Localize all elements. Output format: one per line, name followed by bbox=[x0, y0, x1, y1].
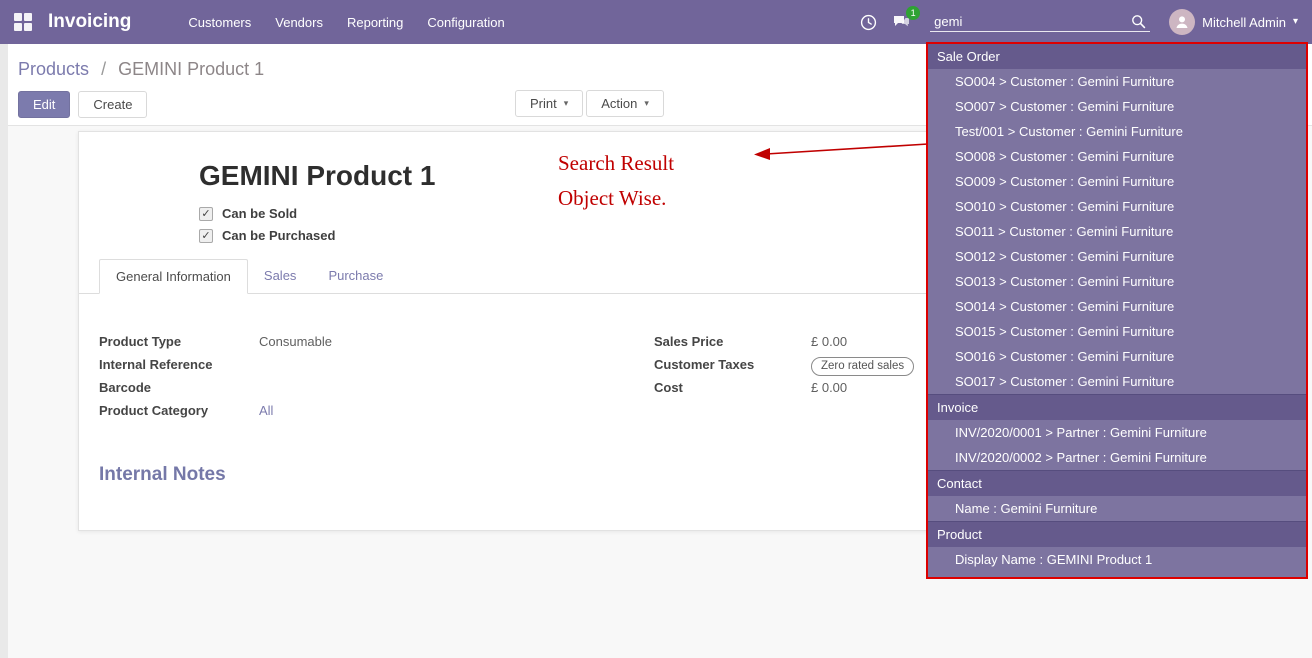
field-row: Barcode bbox=[99, 378, 644, 401]
top-navbar: Invoicing CustomersVendorsReportingConfi… bbox=[0, 0, 1312, 44]
top-menu-item-configuration[interactable]: Configuration bbox=[416, 8, 515, 37]
search-icon[interactable] bbox=[1131, 14, 1146, 29]
tab-purchase[interactable]: Purchase bbox=[312, 259, 399, 294]
field-label: Internal Reference bbox=[99, 355, 259, 372]
chevron-down-icon: ▾ bbox=[564, 98, 569, 109]
action-buttons: Print ▾ Action ▾ bbox=[515, 90, 664, 117]
action-label: Action bbox=[601, 96, 637, 111]
checkbox-label: Can be Purchased bbox=[222, 228, 335, 243]
top-menu: CustomersVendorsReportingConfiguration bbox=[177, 8, 515, 37]
result-item[interactable]: Display Name : GEMINI Product 1 bbox=[928, 547, 1306, 572]
field-value: Consumable bbox=[259, 332, 332, 349]
annotation-line-2: Object Wise. bbox=[558, 181, 674, 216]
breadcrumb-current: GEMINI Product 1 bbox=[118, 59, 264, 79]
result-item[interactable]: SO015 > Customer : Gemini Furniture bbox=[928, 319, 1306, 344]
result-item[interactable]: INV/2020/0001 > Partner : Gemini Furnitu… bbox=[928, 420, 1306, 445]
result-item[interactable]: Test/001 > Customer : Gemini Furniture bbox=[928, 119, 1306, 144]
chevron-down-icon: ▾ bbox=[1293, 17, 1298, 27]
messages-icon[interactable]: 1 bbox=[892, 14, 911, 30]
tab-sales[interactable]: Sales bbox=[248, 259, 313, 294]
field-value: Zero rated sales bbox=[811, 355, 914, 376]
tax-tag: Zero rated sales bbox=[811, 357, 914, 376]
activities-clock-icon[interactable] bbox=[860, 14, 877, 31]
result-item[interactable]: SO007 > Customer : Gemini Furniture bbox=[928, 94, 1306, 119]
search-results-dropdown: Sale OrderSO004 > Customer : Gemini Furn… bbox=[926, 42, 1308, 579]
breadcrumb-products-link[interactable]: Products bbox=[18, 59, 89, 79]
app-name[interactable]: Invoicing bbox=[48, 11, 131, 33]
result-group-header-product: Product bbox=[928, 521, 1306, 547]
result-item[interactable]: SO013 > Customer : Gemini Furniture bbox=[928, 269, 1306, 294]
field-row: Internal Reference bbox=[99, 355, 644, 378]
result-item[interactable]: SO011 > Customer : Gemini Furniture bbox=[928, 219, 1306, 244]
search-input[interactable] bbox=[934, 14, 1131, 29]
top-menu-item-vendors[interactable]: Vendors bbox=[264, 8, 334, 37]
result-item[interactable]: Name : Gemini Furniture bbox=[928, 496, 1306, 521]
result-item[interactable]: INV/2020/0002 > Partner : Gemini Furnitu… bbox=[928, 445, 1306, 470]
top-menu-item-reporting[interactable]: Reporting bbox=[336, 8, 414, 37]
annotation-arrow-icon bbox=[752, 136, 930, 164]
print-label: Print bbox=[530, 96, 557, 111]
result-item[interactable]: SO004 > Customer : Gemini Furniture bbox=[928, 69, 1306, 94]
field-label: Cost bbox=[654, 378, 811, 395]
result-item[interactable]: SO009 > Customer : Gemini Furniture bbox=[928, 169, 1306, 194]
user-name: Mitchell Admin bbox=[1202, 15, 1286, 30]
tab-general-information[interactable]: General Information bbox=[99, 259, 248, 294]
create-button[interactable]: Create bbox=[78, 91, 147, 118]
user-menu[interactable]: Mitchell Admin ▾ bbox=[1169, 9, 1298, 35]
result-item[interactable]: SO008 > Customer : Gemini Furniture bbox=[928, 144, 1306, 169]
breadcrumb-separator: / bbox=[101, 59, 106, 79]
field-row: Product CategoryAll bbox=[99, 401, 644, 424]
apps-menu-icon[interactable] bbox=[14, 13, 32, 31]
result-group-header-contact: Contact bbox=[928, 470, 1306, 496]
edit-button[interactable]: Edit bbox=[18, 91, 70, 118]
result-group-header-invoice: Invoice bbox=[928, 394, 1306, 420]
field-label: Product Category bbox=[99, 401, 259, 418]
annotation-text: Search Result Object Wise. bbox=[558, 146, 674, 215]
navbar-right: 1 Mitchell Admin ▾ bbox=[860, 9, 1298, 35]
field-value[interactable]: All bbox=[259, 401, 273, 418]
result-item[interactable]: SO010 > Customer : Gemini Furniture bbox=[928, 194, 1306, 219]
print-menu-button[interactable]: Print ▾ bbox=[515, 90, 583, 117]
messages-badge: 1 bbox=[906, 6, 920, 20]
field-value: £ 0.00 bbox=[811, 378, 847, 395]
result-item[interactable]: SO014 > Customer : Gemini Furniture bbox=[928, 294, 1306, 319]
annotation-line-1: Search Result bbox=[558, 146, 674, 181]
checkbox[interactable]: ✓ bbox=[199, 229, 213, 243]
result-item[interactable]: SO016 > Customer : Gemini Furniture bbox=[928, 344, 1306, 369]
avatar bbox=[1169, 9, 1195, 35]
navbar-search bbox=[930, 12, 1150, 32]
left-gutter bbox=[0, 44, 8, 658]
fields-left: Product TypeConsumableInternal Reference… bbox=[99, 332, 644, 424]
checkbox[interactable]: ✓ bbox=[199, 207, 213, 221]
action-menu-button[interactable]: Action ▾ bbox=[586, 90, 664, 117]
field-label: Customer Taxes bbox=[654, 355, 811, 372]
field-label: Product Type bbox=[99, 332, 259, 349]
field-label: Sales Price bbox=[654, 332, 811, 349]
field-row: Product TypeConsumable bbox=[99, 332, 644, 355]
result-group-header-sale-order: Sale Order bbox=[928, 44, 1306, 69]
field-value: £ 0.00 bbox=[811, 332, 847, 349]
top-menu-item-customers[interactable]: Customers bbox=[177, 8, 262, 37]
result-item[interactable]: SO012 > Customer : Gemini Furniture bbox=[928, 244, 1306, 269]
chevron-down-icon: ▾ bbox=[644, 98, 649, 109]
checkbox-label: Can be Sold bbox=[222, 206, 297, 221]
field-label: Barcode bbox=[99, 378, 259, 395]
result-item[interactable]: SO017 > Customer : Gemini Furniture bbox=[928, 369, 1306, 394]
